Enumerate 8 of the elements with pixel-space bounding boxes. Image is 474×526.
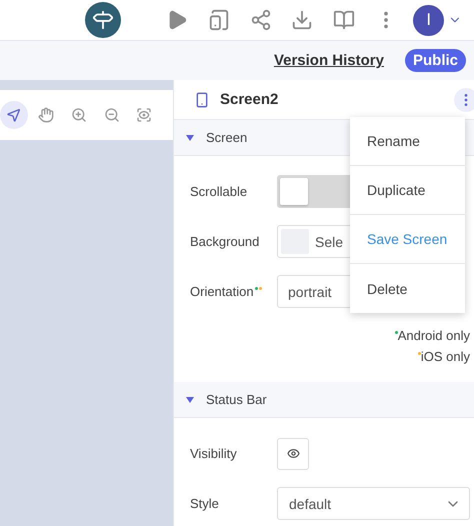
- field-label: Style: [190, 496, 220, 511]
- screen-title: Screen2: [220, 91, 280, 108]
- field-label: Visibility: [190, 446, 238, 461]
- platform-note: iOS only: [420, 349, 470, 364]
- field-label: Orientation: [190, 284, 277, 299]
- platform-note: Android only: [398, 328, 470, 343]
- field-label: Background: [190, 234, 260, 249]
- field-label: Scrollable: [190, 184, 248, 199]
